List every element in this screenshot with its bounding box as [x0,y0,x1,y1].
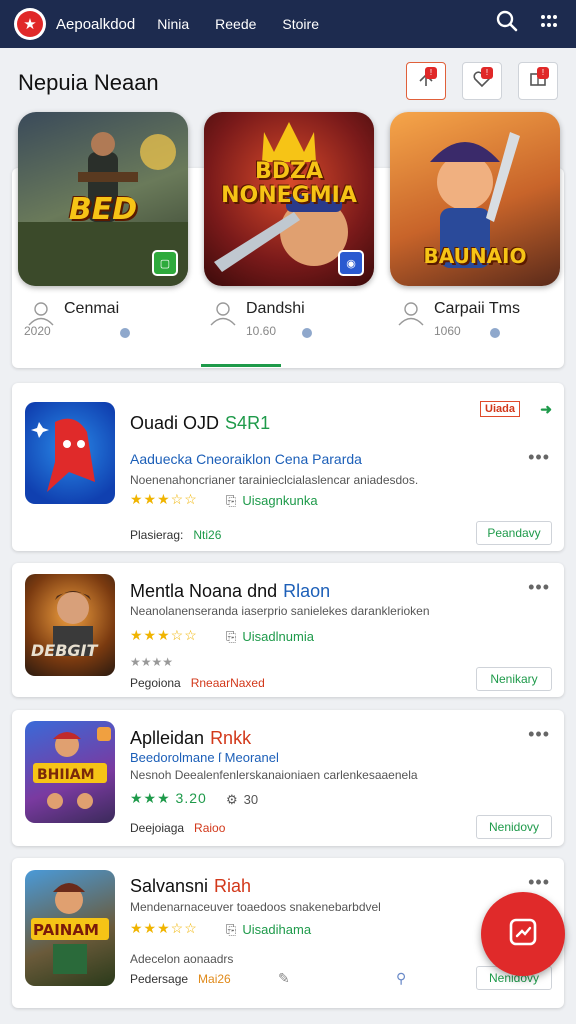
license-icon: ⎘ [226,629,237,644]
app-meta: Pedersage Mai26 [130,972,231,986]
license-icon: ⎘ [226,922,237,937]
svg-text:PAINAM: PAINAM [33,921,99,939]
search-icon[interactable] [496,10,518,32]
featured-badge-icon: ◉ [338,250,364,276]
edit-document-icon [506,915,540,954]
star-logo-icon: ★ [17,11,43,37]
app-description: Noenenahoncrianer tarainieclcialaslencar… [130,473,419,487]
more-menu-icon[interactable] [540,14,558,28]
featured-count: 2020 [24,324,51,338]
featured-count: 10.60 [246,324,277,338]
app-meta: Pegoiona RneaarNaxed [130,676,265,690]
brand-name[interactable]: Aepoalkdod [56,16,135,33]
nav-item-1[interactable]: Ninia [157,16,189,32]
app-meta: Deejoiaga Raioo [130,821,226,835]
floating-action-button[interactable] [481,892,565,976]
app-subtitle: Aaduecka Cneoraiklon Cena Pararda [130,451,362,467]
info-dot-icon [302,328,312,338]
install-button[interactable]: Nenikary [476,667,552,691]
more-options-icon[interactable]: ••• [528,577,550,598]
app-description: Mendenarnaceuver toaedoos snakenebarbdve… [130,900,381,914]
svg-text:DEBGIT: DEBGIT [31,641,98,660]
svg-text:BHIIAM: BHIIAM [37,767,95,783]
promo-badge: Uiada [480,401,520,417]
app-logo[interactable]: ★ [14,8,46,40]
featured-meta-3: Carpaii Tms [396,300,520,326]
user-icon [26,300,56,326]
app-bar: ★ Aepoalkdod Ninia Reede Stoire [0,0,576,48]
more-options-icon[interactable]: ••• [528,447,550,468]
app-title: Ouadi OJD S4R1 [130,413,271,433]
app-description: Nesnoh Deealenfenlerskanaioniaen carlenk… [130,768,418,782]
rating-stars: ★★★☆☆ [130,920,198,936]
rating-stars: ★★★☆☆ [130,627,198,643]
app-list-item-3[interactable]: BHIIAM Aplleidan Rnkk ••• Beedorolmane ſ … [12,710,564,846]
rating-stars: ★★★ 3.20 [130,790,207,806]
library-button[interactable]: ! [518,62,558,100]
carousel-indicator [201,364,281,367]
featured-art-title: BDZA NONEGMIA [221,159,357,208]
search-small-icon[interactable]: ⚲ [396,970,406,987]
app-description: Neanolanenseranda iaserprio sanielekes d… [130,604,430,618]
app-thumbnail: PAINAM [25,870,115,986]
license-icon: ⎘ [226,493,237,508]
secondary-rating: ★★★★ [130,655,174,669]
nav-item-2[interactable]: Reede [215,16,256,32]
app-title: Salvansni Riah [130,876,252,896]
app-list-item-2[interactable]: DEBGIT Mentla Noana dnd Rlaon ••• Neanola… [12,563,564,697]
app-thumbnail: DEBGIT [25,574,115,676]
info-dot-icon [490,328,500,338]
featured-game-art-1[interactable]: BED ▢ [18,112,188,286]
share-button[interactable]: ! [406,62,446,100]
user-icon [396,300,426,326]
secondary-text: Adecelon aonaadrs [130,952,234,966]
rating-stars: ★★★☆☆ [130,491,198,507]
nav-item-3[interactable]: Stoire [282,16,319,32]
featured-name: Cenmai [64,300,120,317]
user-icon [208,300,238,326]
info-dot-icon [120,328,130,338]
featured-name: Carpaii Tms [434,300,520,317]
more-options-icon[interactable]: ••• [528,724,550,745]
developer-label: ⎘ Uisadihama [226,922,312,937]
app-thumbnail: BHIIAM [25,721,115,823]
developer-label: ⚙ 30 [226,792,259,807]
featured-count: 1060 [434,324,461,338]
developer-label: ⎘ Uisadlnumia [226,629,314,644]
tag-icon[interactable]: ➜ [540,401,552,418]
featured-art-title: BED [68,192,138,227]
edit-icon[interactable]: ✎ [278,970,290,987]
install-button[interactable]: Peandavy [476,521,552,545]
featured-game-art-3[interactable]: BAUNAIO [390,112,560,286]
install-button[interactable]: Nenidovy [476,815,552,839]
featured-game-art-2[interactable]: BDZA NONEGMIA ◉ [204,112,374,286]
developer-label: ⎘ Uisagnkunka [226,493,318,508]
featured-meta-1: Cenmai [26,300,119,326]
app-subtitle: Beedorolmane ſ Meoranel [130,750,279,765]
featured-art-title: BAUNAIO [423,244,527,268]
app-meta: Plasierag: Nti26 [130,528,222,542]
app-thumbnail [25,402,115,504]
section-title: Nepuia Neaan [18,70,159,95]
featured-meta-2: Dandshi [208,300,305,326]
app-list-item-1[interactable]: Ouadi OJD S4R1 Uiada ➜ Aaduecka Cneoraikl… [12,383,564,551]
settings-icon: ⚙ [226,792,238,807]
app-title: Mentla Noana dnd Rlaon [130,581,331,601]
favorite-button[interactable]: ! [462,62,502,100]
more-options-icon[interactable]: ••• [528,872,550,893]
featured-name: Dandshi [246,300,305,317]
app-title: Aplleidan Rnkk [130,728,252,748]
featured-badge-icon: ▢ [152,250,178,276]
